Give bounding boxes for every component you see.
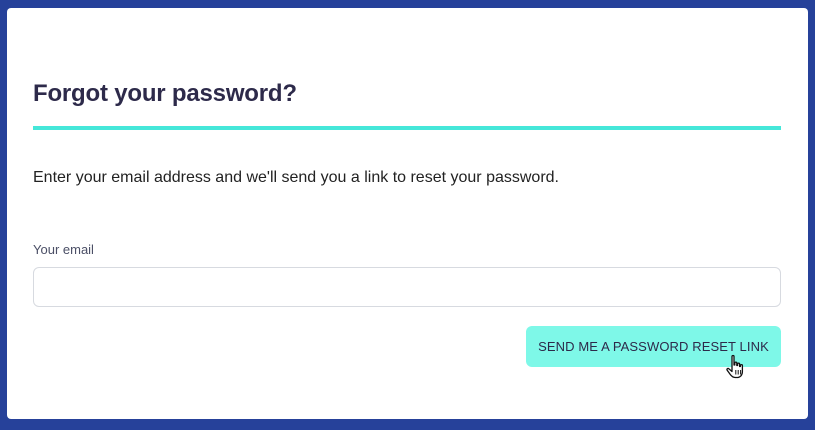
email-field[interactable] <box>33 267 781 307</box>
email-label: Your email <box>33 242 94 257</box>
page-title: Forgot your password? <box>33 80 297 107</box>
forgot-password-card: Forgot your password? Enter your email a… <box>7 8 808 419</box>
instructions-text: Enter your email address and we'll send … <box>33 169 559 186</box>
hand-pointer-icon <box>726 354 744 379</box>
title-divider <box>33 126 781 130</box>
